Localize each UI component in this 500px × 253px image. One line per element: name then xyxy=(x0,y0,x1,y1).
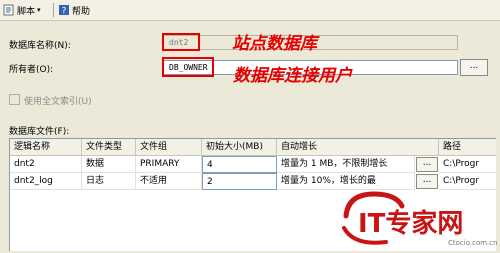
row2-initial-size[interactable]: 2 xyxy=(202,173,277,190)
script-label: 脚本 xyxy=(17,6,36,17)
owner-highlight xyxy=(162,57,214,77)
svg-text:?: ? xyxy=(62,7,67,17)
row2-filegroup: 不适用 xyxy=(136,173,202,190)
chevron-down-icon: ▾ xyxy=(37,6,41,14)
watermark-brand: IT专家网 xyxy=(358,208,463,239)
col-header-autogrowth[interactable]: 自动增长 xyxy=(277,139,439,156)
row1-filegroup: PRIMARY xyxy=(136,156,202,173)
script-icon xyxy=(3,4,15,16)
row1-file-type: 数据 xyxy=(82,156,136,173)
watermark-site: Ctocio.com.cn xyxy=(448,239,498,247)
fulltext-label: 使用全文索引(U) xyxy=(24,97,92,107)
site-db-annotation: 站点数据库 xyxy=(232,34,317,54)
col-header-path[interactable]: 路径 xyxy=(439,139,496,156)
toolbar: 脚本 ▾ ? 帮助 xyxy=(0,0,500,21)
help-icon: ? xyxy=(58,4,70,17)
db-user-annotation: 数据库连接用户 xyxy=(233,66,352,86)
row1-autogrowth-button[interactable]: ... xyxy=(416,157,438,172)
row2-file-type: 日志 xyxy=(82,173,136,190)
row1-logical-name[interactable]: dnt2 xyxy=(10,156,82,173)
toolbar-separator xyxy=(53,3,54,17)
fulltext-checkbox[interactable] xyxy=(9,94,20,105)
row2-logical-name[interactable]: dnt2_log xyxy=(10,173,82,190)
row1-initial-size[interactable]: 4 xyxy=(202,156,277,173)
db-name-label: 数据库名称(N): xyxy=(9,41,71,51)
help-button[interactable]: ? 帮助 xyxy=(58,3,90,17)
col-header-filegroup[interactable]: 文件组 xyxy=(136,139,202,156)
row1-path: C:\Progr xyxy=(439,156,496,173)
owner-label: 所有者(O): xyxy=(9,65,54,75)
script-button[interactable]: 脚本 ▾ xyxy=(3,3,41,17)
db-files-label: 数据库文件(F): xyxy=(9,127,70,137)
col-header-logical-name[interactable]: 逻辑名称 xyxy=(10,139,82,156)
db-name-highlight xyxy=(162,33,200,51)
row2-autogrowth-button[interactable]: ... xyxy=(416,174,438,189)
col-header-initial-size[interactable]: 初始大小(MB) xyxy=(202,139,277,156)
owner-browse-button[interactable]: ... xyxy=(460,59,488,76)
it-expert-watermark-logo: IT专家网 Ctocio.com.cn xyxy=(340,188,500,250)
row1-autogrowth: 增量为 1 MB，不限制增长 xyxy=(277,156,415,173)
help-label: 帮助 xyxy=(72,6,91,17)
col-header-file-type[interactable]: 文件类型 xyxy=(82,139,136,156)
